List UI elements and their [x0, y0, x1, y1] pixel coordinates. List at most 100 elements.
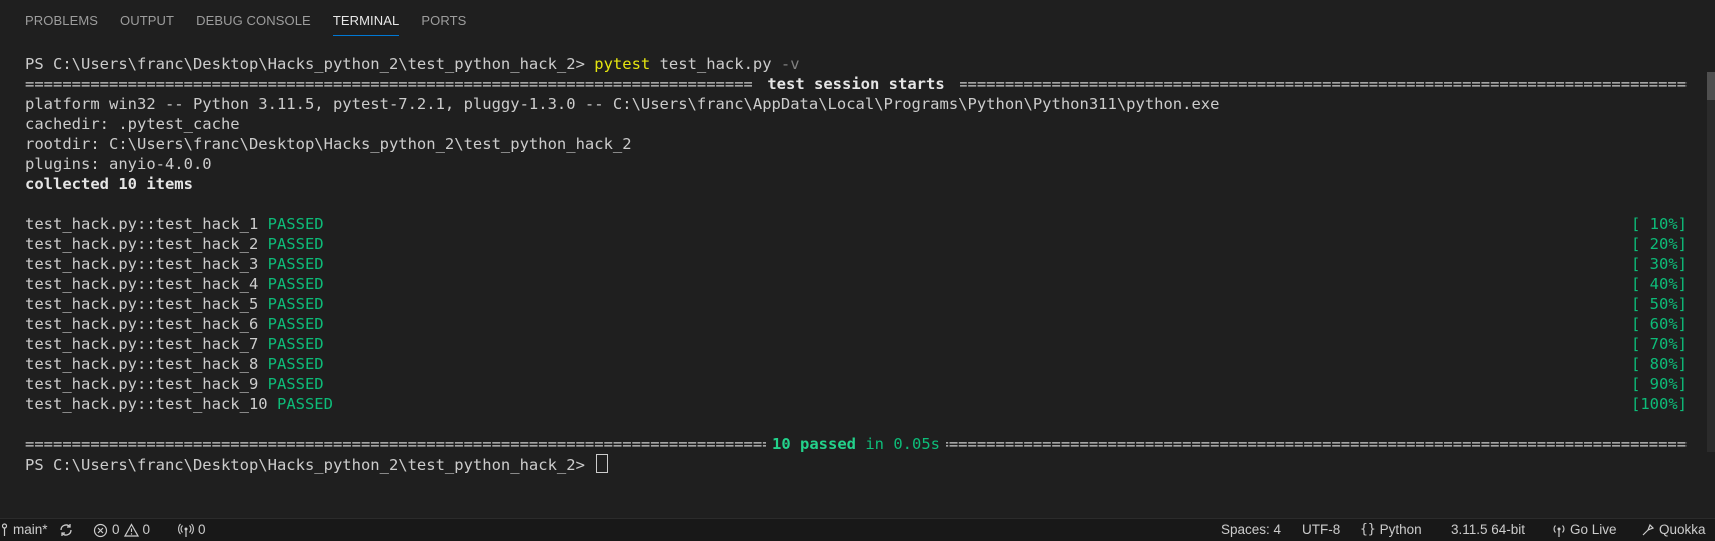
test-progress-percent: [ 10%]: [1631, 215, 1687, 233]
test-result-row: test_hack.py::test_hack_8 PASSED [ 80%]: [25, 354, 1687, 374]
status-bar: main* 0 0 0 Spaces: 4 UTF-8 {} Python 3.…: [0, 518, 1715, 541]
command-flag: -v: [780, 55, 800, 73]
terminal-scrollbar-track[interactable]: [1707, 72, 1715, 452]
test-name: test_hack.py::test_hack_4: [25, 275, 259, 293]
test-name: test_hack.py::test_hack_9: [25, 375, 259, 393]
language-label: Python: [1379, 522, 1422, 537]
test-progress-percent: [ 90%]: [1631, 375, 1687, 393]
broadcast-icon: [178, 523, 194, 538]
test-status: PASSED: [267, 215, 324, 233]
test-status: PASSED: [267, 315, 324, 333]
test-status: PASSED: [267, 235, 324, 253]
test-status: PASSED: [267, 375, 324, 393]
test-status: PASSED: [276, 395, 333, 413]
spaces-label: Spaces: 4: [1221, 522, 1282, 537]
test-status: PASSED: [267, 295, 324, 313]
quokka-button[interactable]: Quokka: [1641, 519, 1706, 541]
command-line: PS C:\Users\franc\Desktop\Hacks_python_2…: [25, 54, 1687, 74]
test-name: test_hack.py::test_hack_6: [25, 315, 259, 333]
test-progress-percent: [ 30%]: [1631, 255, 1687, 273]
terminal-cursor: [596, 454, 609, 473]
test-name: test_hack.py::test_hack_3: [25, 255, 259, 273]
test-result-row: test_hack.py::test_hack_4 PASSED [ 40%]: [25, 274, 1687, 294]
test-result-row: test_hack.py::test_hack_6 PASSED [ 60%]: [25, 314, 1687, 334]
terminal-scrollbar-thumb[interactable]: [1707, 72, 1715, 100]
command-text: pytest: [594, 55, 651, 73]
encoding-label: UTF-8: [1302, 522, 1341, 537]
branch-name: main*: [13, 522, 48, 537]
test-result-row: test_hack.py::test_hack_9 PASSED [ 90%]: [25, 374, 1687, 394]
terminal-panel: PROBLEMS OUTPUT DEBUG CONSOLE TERMINAL P…: [0, 0, 1715, 541]
platform-line: platform win32 -- Python 3.11.5, pytest-…: [25, 95, 1220, 113]
tab-ports[interactable]: PORTS: [410, 0, 477, 42]
git-branch-icon: [0, 523, 9, 537]
summary-label: 10 passed in 0.05s: [766, 434, 946, 454]
test-result-row: test_hack.py::test_hack_7 PASSED [ 70%]: [25, 334, 1687, 354]
test-status: PASSED: [267, 255, 324, 273]
test-status: PASSED: [267, 275, 324, 293]
summary-passed: 10 passed: [772, 435, 856, 453]
tab-debug-console[interactable]: DEBUG CONSOLE: [185, 0, 322, 42]
error-count: 0: [112, 522, 120, 537]
tab-problems[interactable]: PROBLEMS: [14, 0, 109, 42]
indentation-setting[interactable]: Spaces: 4: [1221, 519, 1281, 541]
test-name: test_hack.py::test_hack_1: [25, 215, 259, 233]
warning-count: 0: [142, 522, 151, 537]
command-args: test_hack.py: [650, 55, 781, 73]
test-progress-percent: [ 50%]: [1631, 295, 1687, 313]
test-result-row: test_hack.py::test_hack_2 PASSED [ 20%]: [25, 234, 1687, 254]
encoding-setting[interactable]: UTF-8: [1302, 519, 1340, 541]
prompt-text: PS C:\Users\franc\Desktop\Hacks_python_2…: [25, 456, 595, 474]
quokka-icon: [1641, 523, 1655, 537]
warning-icon: [123, 523, 139, 537]
test-results-list: test_hack.py::test_hack_1 PASSED [ 10%] te…: [25, 214, 1687, 414]
braces-icon: {}: [1360, 522, 1376, 537]
test-result-row: test_hack.py::test_hack_3 PASSED [ 30%]: [25, 254, 1687, 274]
summary-separator: ========================================…: [25, 434, 1687, 454]
test-progress-percent: [ 80%]: [1631, 355, 1687, 373]
tab-output[interactable]: OUTPUT: [109, 0, 185, 42]
plugins-line: plugins: anyio-4.0.0: [25, 155, 212, 173]
language-mode[interactable]: {} Python: [1360, 519, 1422, 541]
ports-indicator[interactable]: 0: [178, 519, 206, 541]
sync-icon: [58, 522, 74, 538]
interpreter-label: 3.11.5 64-bit: [1451, 522, 1526, 537]
final-prompt-line: PS C:\Users\franc\Desktop\Hacks_python_2…: [25, 454, 1687, 474]
python-interpreter[interactable]: 3.11.5 64-bit: [1451, 519, 1525, 541]
ports-count: 0: [198, 522, 206, 537]
test-progress-percent: [ 40%]: [1631, 275, 1687, 293]
test-name: test_hack.py::test_hack_2: [25, 235, 259, 253]
test-name: test_hack.py::test_hack_10: [25, 395, 268, 413]
session-header-label: test session starts: [752, 74, 960, 94]
collected-line: collected 10 items: [25, 175, 193, 193]
test-status: PASSED: [267, 355, 324, 373]
test-name: test_hack.py::test_hack_8: [25, 355, 259, 373]
problems-indicator[interactable]: 0 0: [93, 519, 150, 541]
prompt-text: PS C:\Users\franc\Desktop\Hacks_python_2…: [25, 55, 595, 73]
test-name: test_hack.py::test_hack_5: [25, 295, 259, 313]
tab-terminal[interactable]: TERMINAL: [322, 0, 411, 42]
panel-tab-bar: PROBLEMS OUTPUT DEBUG CONSOLE TERMINAL P…: [14, 0, 477, 42]
sync-button[interactable]: [58, 519, 74, 541]
test-status: PASSED: [267, 335, 324, 353]
terminal-output[interactable]: PS C:\Users\franc\Desktop\Hacks_python_2…: [25, 54, 1687, 479]
broadcast-icon: [1552, 523, 1566, 538]
status-branch[interactable]: main*: [0, 519, 48, 541]
test-result-row: test_hack.py::test_hack_5 PASSED [ 50%]: [25, 294, 1687, 314]
quokka-label: Quokka: [1659, 522, 1706, 537]
go-live-label: Go Live: [1570, 522, 1617, 537]
session-header-separator: ========================================…: [25, 74, 1687, 94]
error-icon: [93, 523, 108, 538]
rootdir-line: rootdir: C:\Users\franc\Desktop\Hacks_py…: [25, 135, 632, 153]
cachedir-line: cachedir: .pytest_cache: [25, 115, 240, 133]
test-progress-percent: [ 60%]: [1631, 315, 1687, 333]
test-progress-percent: [100%]: [1631, 395, 1687, 413]
summary-time: in 0.05s: [856, 435, 940, 453]
test-progress-percent: [ 70%]: [1631, 335, 1687, 353]
go-live-button[interactable]: Go Live: [1552, 519, 1617, 541]
test-progress-percent: [ 20%]: [1631, 235, 1687, 253]
test-name: test_hack.py::test_hack_7: [25, 335, 259, 353]
test-result-row: test_hack.py::test_hack_10 PASSED [100%]: [25, 394, 1687, 414]
